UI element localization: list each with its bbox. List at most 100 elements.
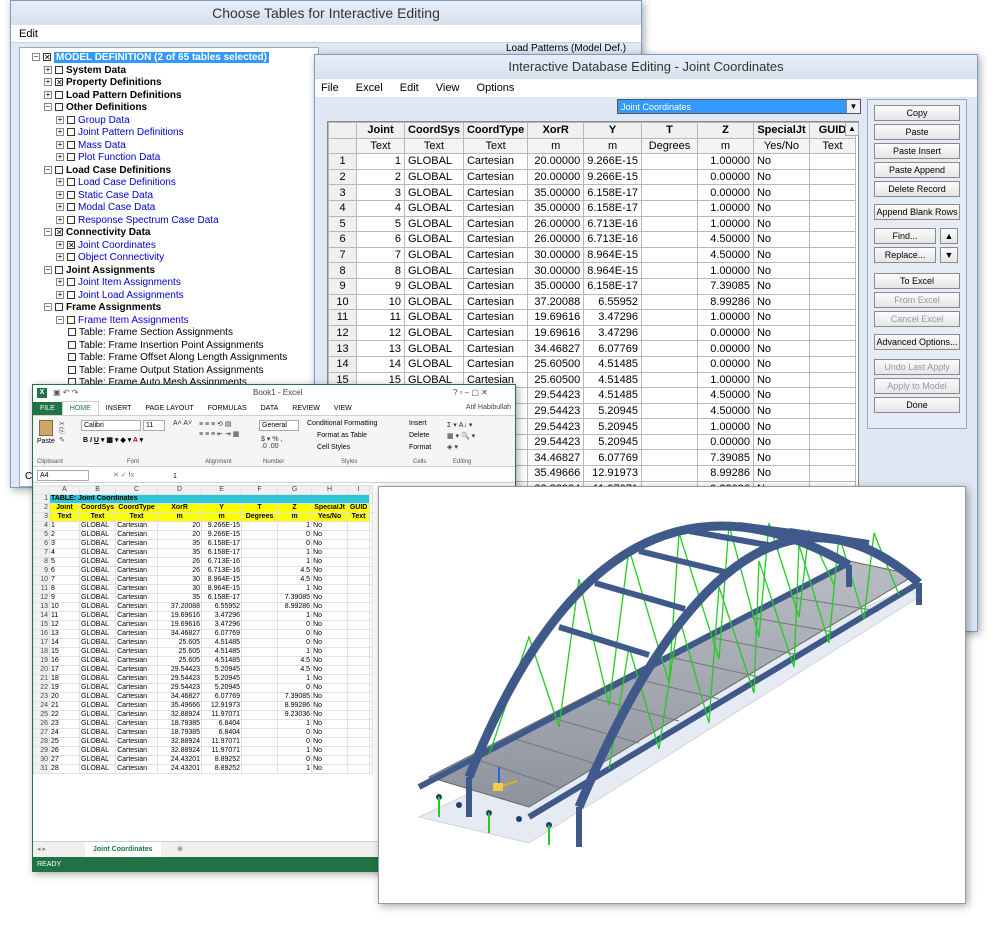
table-cell[interactable]: 25.605 <box>157 638 203 648</box>
arrow-down-icon[interactable]: ▼ <box>940 247 958 263</box>
table-row[interactable]: 23 20 GLOBAL Cartesian 34.46827 6.07769 7.3908… <box>33 692 374 702</box>
table-cell[interactable]: GLOBAL <box>78 638 117 648</box>
delete-record-button[interactable]: Delete Record <box>874 181 960 197</box>
table-cell[interactable]: 6.158E-17 <box>201 548 243 558</box>
table-cell[interactable] <box>369 764 374 774</box>
table-cell[interactable]: 5 <box>49 557 80 567</box>
table-row[interactable]: 14 14 GLOBAL Cartesian 25.60500 4.51485 0.0000… <box>328 355 856 373</box>
table-cell[interactable]: No <box>752 324 810 342</box>
table-cell[interactable]: No <box>311 746 349 756</box>
collapse-icon[interactable]: − <box>32 53 40 62</box>
table-cell[interactable]: 0.00000 <box>696 355 754 373</box>
expand-icon[interactable]: + <box>56 178 64 187</box>
tree-item[interactable]: Table: Frame Insertion Point Assignments <box>68 340 264 352</box>
table-cell[interactable]: No <box>752 215 810 233</box>
table-cell[interactable]: 1 <box>356 153 405 170</box>
table-row[interactable]: 22 19 GLOBAL Cartesian 29.54423 5.20945 0 No <box>33 683 374 693</box>
tree-checkbox[interactable] <box>67 153 75 162</box>
tree-item[interactable]: − Frame Assignments <box>44 302 161 314</box>
table-cell[interactable] <box>241 593 279 603</box>
table-cell[interactable] <box>241 611 279 621</box>
tree-item[interactable]: + ✕ Joint Coordinates <box>56 240 156 252</box>
table-row[interactable]: 8 8 GLOBAL Cartesian 30.00000 8.964E-15 1.0000… <box>328 262 856 279</box>
table-cell[interactable]: GLOBAL <box>78 530 117 540</box>
table-cell[interactable]: 35 <box>157 548 203 558</box>
expand-icon[interactable]: + <box>56 203 64 212</box>
tree-checkbox[interactable]: ✕ <box>43 53 51 62</box>
table-cell[interactable] <box>241 521 279 531</box>
table-cell[interactable]: GLOBAL <box>78 656 117 666</box>
table-cell[interactable]: 4.51485 <box>583 387 642 404</box>
table-cell[interactable]: 5 <box>356 215 405 233</box>
table-cell[interactable]: Cartesian <box>115 602 159 612</box>
table-cell[interactable]: 6.713E-16 <box>583 215 642 233</box>
table-cell[interactable]: Cartesian <box>462 277 529 295</box>
collapse-icon[interactable]: − <box>44 103 52 112</box>
table-cell[interactable] <box>640 433 698 451</box>
number-format-icons[interactable]: $ ▾ % , .0 .00 <box>261 435 282 450</box>
table-row[interactable]: 25 22 GLOBAL Cartesian 32.88924 11.97071 9.230… <box>33 710 374 720</box>
column-letter[interactable]: D <box>157 485 203 495</box>
table-cell[interactable]: No <box>752 309 810 326</box>
table-cell[interactable]: No <box>311 647 349 657</box>
column-letter[interactable]: B <box>78 485 117 495</box>
table-cell[interactable]: 7.39085 <box>696 449 754 467</box>
table-cell[interactable]: GLOBAL <box>78 737 117 747</box>
cut-copy-icon[interactable]: ✂ ⎘ ✎ <box>59 420 65 444</box>
tree-checkbox[interactable] <box>67 253 75 262</box>
row-number[interactable]: 11 <box>328 309 357 326</box>
table-cell[interactable]: Cartesian <box>115 755 159 765</box>
table-cell[interactable]: 19.69616 <box>157 611 203 621</box>
table-cell[interactable] <box>369 557 374 567</box>
tree-checkbox[interactable] <box>67 315 75 324</box>
table-cell[interactable]: GLOBAL <box>78 575 117 585</box>
table-cell[interactable]: 0 <box>277 539 313 549</box>
table-row[interactable]: 27 24 GLOBAL Cartesian 18.79385 6.8404 0 No <box>33 728 374 738</box>
tree-checkbox[interactable] <box>55 303 63 312</box>
table-cell[interactable] <box>369 620 374 630</box>
table-cell[interactable]: Cartesian <box>462 309 529 326</box>
bold-italic-underline-icon[interactable]: B I U ▾ ▦ ▾ ◆ ▾ A ▾ <box>83 436 143 444</box>
table-cell[interactable]: GLOBAL <box>404 293 464 311</box>
table-cell[interactable]: No <box>311 611 349 621</box>
tree-checkbox[interactable]: ✕ <box>67 240 75 249</box>
table-cell[interactable]: GLOBAL <box>78 692 117 702</box>
table-cell[interactable]: 3 <box>356 184 405 201</box>
paste-insert-button[interactable]: Paste Insert <box>874 143 960 159</box>
table-cell[interactable] <box>369 584 374 594</box>
table-cell[interactable]: No <box>752 449 810 467</box>
row-number[interactable]: 12 <box>328 324 357 342</box>
table-row[interactable]: 30 27 GLOBAL Cartesian 24.43201 8.89252 0 No <box>33 755 374 765</box>
table-cell[interactable]: GLOBAL <box>78 602 117 612</box>
table-row[interactable]: 17 14 GLOBAL Cartesian 25.605 4.51485 0 No <box>33 638 374 648</box>
row-number[interactable]: 1 <box>328 153 357 170</box>
table-cell[interactable]: GLOBAL <box>78 620 117 630</box>
table-cell[interactable]: GLOBAL <box>404 277 464 295</box>
table-cell[interactable] <box>369 548 374 558</box>
table-cell[interactable]: 37.20088 <box>157 602 203 612</box>
unit-cell[interactable]: Text <box>347 512 371 522</box>
row-number[interactable]: 12 <box>33 593 50 603</box>
cell-styles-button[interactable]: Cell Styles <box>317 444 350 451</box>
table-cell[interactable]: No <box>752 262 810 279</box>
table-cell[interactable] <box>640 418 698 435</box>
row-number[interactable]: 22 <box>33 683 50 693</box>
table-cell[interactable]: 34.46827 <box>527 449 585 467</box>
table-cell[interactable]: 12 <box>356 324 405 342</box>
tree-checkbox[interactable] <box>55 65 63 74</box>
tree-checkbox[interactable] <box>67 203 75 212</box>
table-row[interactable]: 26 23 GLOBAL Cartesian 18.79385 6.8404 1 No <box>33 719 374 729</box>
alignment-icon[interactable]: ≡ ≡ ≡ ⟲ ▤ ≡ ≡ ≡ ⇤ ⇥ ▦ <box>199 420 239 440</box>
table-cell[interactable]: GLOBAL <box>78 584 117 594</box>
table-cell[interactable]: 11.97071 <box>201 746 243 756</box>
table-cell[interactable]: 19 <box>49 683 80 693</box>
table-cell[interactable]: 35.00000 <box>527 184 585 201</box>
table-cell[interactable]: 7.39085 <box>696 277 754 295</box>
replace-button[interactable]: Replace... <box>874 247 936 263</box>
tree-checkbox[interactable] <box>67 140 75 149</box>
column-letter[interactable] <box>369 485 374 495</box>
table-cell[interactable]: Cartesian <box>462 262 529 279</box>
row-number[interactable]: 17 <box>33 638 50 648</box>
table-cell[interactable]: 6.158E-17 <box>583 199 642 217</box>
table-cell[interactable]: 19.69616 <box>527 324 585 342</box>
